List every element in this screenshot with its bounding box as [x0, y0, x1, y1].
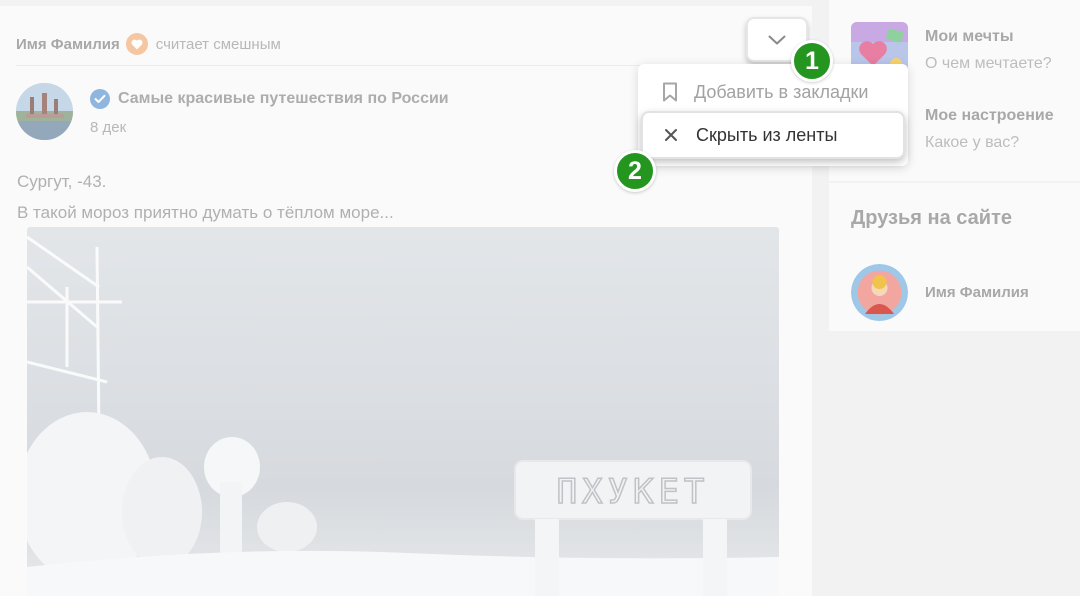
- post-date[interactable]: 8 дек: [90, 119, 449, 136]
- reaction-text: считает смешным: [155, 35, 281, 53]
- close-icon: [664, 128, 684, 142]
- friend-item[interactable]: Имя Фамилия: [851, 264, 1029, 321]
- photo-sign-text: ПХУКЕТ: [557, 472, 710, 512]
- friends-online-widget: Друзья на сайте Имя Фамилия: [829, 183, 1080, 331]
- mood-title: Мои мечты: [925, 28, 1014, 45]
- bookmark-icon: [662, 82, 682, 102]
- group-name-link[interactable]: Самые красивые путешествия по России: [118, 90, 449, 108]
- heart-icon: [125, 33, 148, 55]
- post-text-line: Сургут, -43.: [17, 172, 107, 191]
- post-context-menu: Добавить в закладки Скрыть из ленты: [638, 64, 908, 166]
- friend-name[interactable]: Имя Фамилия: [925, 284, 1029, 301]
- menu-item-hide-from-feed[interactable]: Скрыть из ленты: [641, 111, 905, 159]
- friend-avatar[interactable]: [851, 264, 908, 321]
- menu-item-label: Добавить в закладки: [694, 81, 869, 102]
- mood-subtitle: Какое у вас?: [925, 134, 1020, 151]
- verified-icon: [90, 89, 110, 109]
- friends-widget-title[interactable]: Друзья на сайте: [851, 207, 1012, 230]
- mood-title: Мое настроение: [925, 107, 1054, 124]
- group-avatar[interactable]: [16, 83, 73, 140]
- post-text: Сургут, -43. В такой мороз приятно думат…: [17, 166, 394, 228]
- step-1-badge: 1: [791, 40, 833, 82]
- feed-post-header: Имя Фамилия считает смешным: [16, 28, 281, 60]
- menu-item-add-bookmark[interactable]: Добавить в закладки: [638, 69, 908, 115]
- post-text-line: В такой мороз приятно думать о тёплом мо…: [17, 203, 394, 222]
- chevron-down-icon: [768, 35, 786, 45]
- post-author: Самые красивые путешествия по России 8 д…: [16, 83, 449, 140]
- step-2-badge: 2: [614, 150, 656, 192]
- liker-name[interactable]: Имя Фамилия: [16, 36, 120, 53]
- mood-subtitle: О чем мечтаете?: [925, 55, 1052, 72]
- post-photo[interactable]: ПХУКЕТ: [27, 227, 779, 596]
- menu-item-label: Скрыть из ленты: [696, 124, 838, 145]
